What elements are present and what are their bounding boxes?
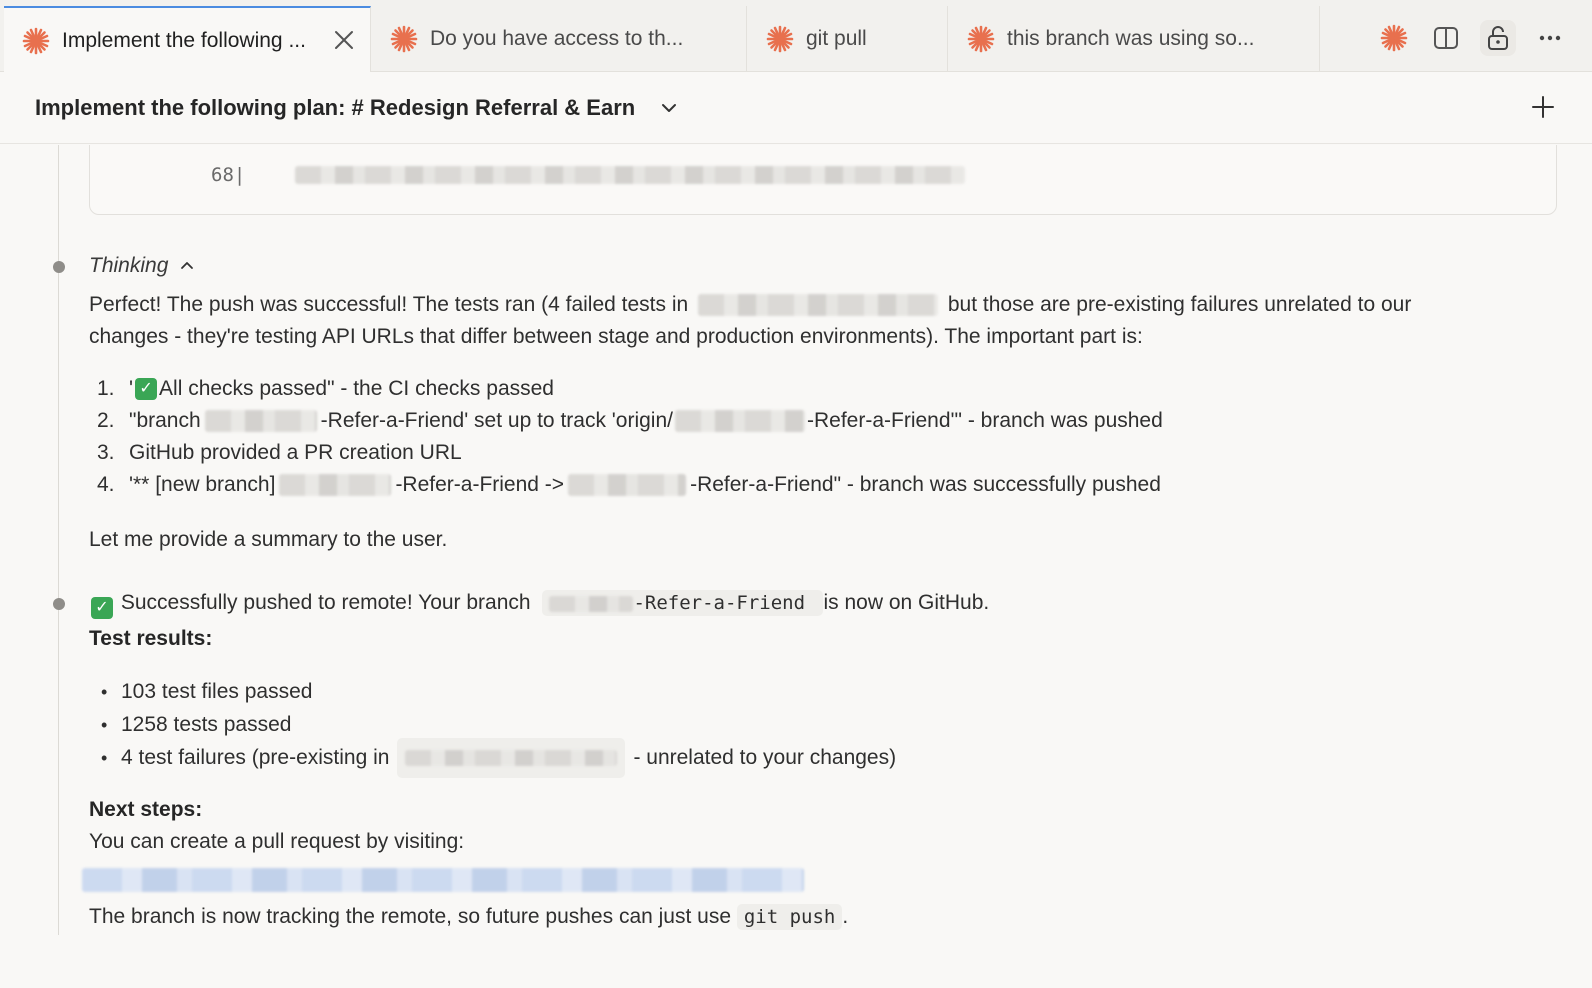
redacted-text xyxy=(405,750,618,766)
conversation-header: Implement the following plan: # Redesign… xyxy=(0,72,1592,144)
thinking-block: Thinking Perfect! The push was successfu… xyxy=(89,250,1549,556)
redacted-text xyxy=(698,294,939,317)
list-item: 2. "branch -Refer-a-Friend' set up to tr… xyxy=(97,405,1549,437)
tab-implement-plan[interactable]: Implement the following ... xyxy=(4,6,371,73)
close-icon[interactable] xyxy=(332,28,356,52)
list-number: 3. xyxy=(97,441,115,464)
tab-label: Do you have access to th... xyxy=(430,27,684,50)
claude-spark-icon xyxy=(390,25,418,53)
thinking-closing-text: Let me provide a summary to the user. xyxy=(89,528,448,551)
list-item: 1. ' ✓ All checks passed" - the CI check… xyxy=(97,373,1549,405)
redacted-code-chip xyxy=(397,737,626,778)
new-chat-button[interactable] xyxy=(1376,20,1412,56)
list-text: - unrelated to your changes) xyxy=(633,745,897,769)
list-text: 1258 tests passed xyxy=(121,712,292,736)
redacted-link[interactable] xyxy=(82,868,804,893)
pr-instructions: You can create a pull request by visitin… xyxy=(89,830,465,853)
redacted-text xyxy=(549,595,634,612)
code-line-number: 68| xyxy=(211,164,246,186)
thinking-text: changes - they're testing API URLs that … xyxy=(89,325,1143,348)
tab-bar: Implement the following ... Do you have … xyxy=(0,0,1592,73)
redacted-code xyxy=(295,166,965,184)
response-text: is now on GitHub. xyxy=(823,591,990,614)
list-item: 4. '** [new branch] -Refer-a-Friend -> -… xyxy=(97,469,1549,501)
list-item: • 1258 tests passed xyxy=(101,708,1549,741)
response-text: Successfully pushed to remote! Your bran… xyxy=(120,591,531,614)
conversation-content: 68| Thinking Perfect! The push was succe… xyxy=(0,145,1592,988)
list-text: -Refer-a-Friend" - branch was successful… xyxy=(690,473,1161,496)
timeline-dot xyxy=(53,598,65,610)
thinking-paragraph: Perfect! The push was successful! The te… xyxy=(89,289,1549,321)
pr-link[interactable] xyxy=(82,864,1549,893)
list-number: 4. xyxy=(97,473,115,496)
code-line-faint xyxy=(170,145,500,150)
redacted-text xyxy=(568,474,687,496)
tab-branch-question[interactable]: this branch was using so... xyxy=(949,6,1320,72)
push-status: ✓ Successfully pushed to remote! Your br… xyxy=(89,587,1549,619)
test-results-heading: Test results: xyxy=(89,627,213,650)
list-text: "branch xyxy=(129,409,201,432)
list-item: • 103 test files passed xyxy=(101,675,1549,708)
lock-icon xyxy=(1488,26,1508,50)
lock-button[interactable] xyxy=(1480,20,1516,56)
response-text: . xyxy=(842,905,849,928)
thinking-toggle[interactable]: Thinking xyxy=(89,250,1549,282)
list-number: 1. xyxy=(97,377,115,400)
bullet: • xyxy=(101,681,108,702)
list-text: '** [new branch] xyxy=(129,473,276,496)
list-text: All checks passed" - the CI checks passe… xyxy=(159,377,554,400)
app-window: Implement the following ... Do you have … xyxy=(0,0,1592,988)
claude-spark-icon xyxy=(967,25,995,53)
list-number: 2. xyxy=(97,409,115,432)
redacted-text xyxy=(675,410,805,432)
more-options-button[interactable] xyxy=(1532,20,1568,56)
tab-label: git pull xyxy=(806,27,867,50)
assistant-response: ✓ Successfully pushed to remote! Your br… xyxy=(82,587,1549,933)
list-text: -Refer-a-Friend' set up to track 'origin… xyxy=(320,409,673,432)
bullet: • xyxy=(101,747,108,768)
more-icon xyxy=(1539,35,1561,41)
code-output-box: 68| xyxy=(89,145,1557,215)
claude-spark-icon xyxy=(22,27,50,54)
plus-icon[interactable] xyxy=(1530,94,1556,120)
timeline-dot xyxy=(53,261,65,273)
list-text: GitHub provided a PR creation URL xyxy=(129,441,462,464)
thinking-steps: 1. ' ✓ All checks passed" - the CI check… xyxy=(97,373,1549,501)
list-item: • 4 test failures (pre-existing in - unr… xyxy=(101,737,1549,778)
thinking-text: but those are pre-existing failures unre… xyxy=(947,293,1412,316)
branch-name-code: -Refer-a-Friend xyxy=(542,590,824,616)
test-results-list: • 103 test files passed • 1258 tests pas… xyxy=(101,675,1549,778)
tracking-note: The branch is now tracking the remote, s… xyxy=(89,901,1549,933)
conversation-title[interactable]: Implement the following plan: # Redesign… xyxy=(35,95,635,121)
list-text: 103 test files passed xyxy=(121,679,313,703)
tab-label: this branch was using so... xyxy=(1007,27,1255,50)
git-push-code: git push xyxy=(736,904,843,930)
split-view-button[interactable] xyxy=(1428,20,1464,56)
list-text: -Refer-a-Friend'" - branch was pushed xyxy=(807,409,1163,432)
list-text: -Refer-a-Friend -> xyxy=(395,473,565,496)
tab-git-pull[interactable]: git pull xyxy=(748,6,948,72)
response-text: The branch is now tracking the remote, s… xyxy=(89,905,732,928)
list-text: ' xyxy=(129,377,134,400)
claude-spark-icon xyxy=(1380,24,1408,52)
chevron-down-icon[interactable] xyxy=(659,98,679,118)
claude-spark-icon xyxy=(766,25,794,53)
list-item: 3. GitHub provided a PR creation URL xyxy=(97,437,1549,469)
branch-suffix: -Refer-a-Friend xyxy=(633,592,806,614)
tab-actions xyxy=(1376,18,1568,58)
tab-label: Implement the following ... xyxy=(62,28,306,52)
checkmark-icon: ✓ xyxy=(91,597,113,619)
thinking-label: Thinking xyxy=(89,254,169,277)
chevron-up-icon xyxy=(181,262,194,269)
thinking-text: Perfect! The push was successful! The te… xyxy=(89,293,689,316)
redacted-text xyxy=(204,410,317,432)
checkmark-icon: ✓ xyxy=(135,378,158,400)
split-view-icon xyxy=(1434,27,1458,49)
redacted-text xyxy=(279,474,392,496)
tab-access-question[interactable]: Do you have access to th... xyxy=(372,6,747,72)
next-steps-heading: Next steps: xyxy=(89,798,203,821)
bullet: • xyxy=(101,714,108,735)
list-text: 4 test failures (pre-existing in xyxy=(121,745,390,769)
